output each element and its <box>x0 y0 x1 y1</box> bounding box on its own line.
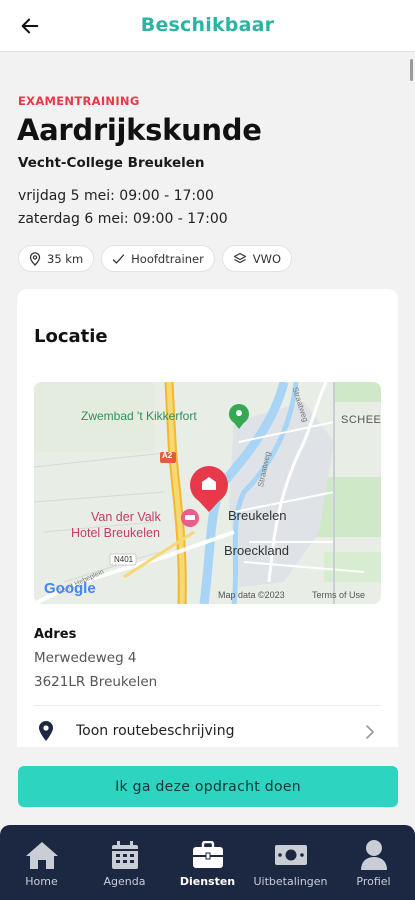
nav-item-uitbetalingen[interactable]: Uitbetalingen <box>249 825 332 900</box>
home-icon <box>25 842 58 869</box>
divider <box>34 705 381 706</box>
role-chip: Hoofdtrainer <box>101 245 215 272</box>
shift-date: vrijdag 5 mei: 09:00 - 17:00 <box>18 188 214 204</box>
map-attribution: Map data ©2023 <box>218 590 285 600</box>
nav-item-agenda[interactable]: Agenda <box>83 825 166 900</box>
location-card: Locatie Zwembad 't Kikkerfort SCHEE A2 V… <box>17 289 398 747</box>
route-label: Toon routebeschrijving <box>76 723 235 739</box>
school-name: Vecht-College Breukelen <box>18 155 205 171</box>
top-app-bar: Beschikbaar <box>0 0 415 52</box>
page-title: Beschikbaar <box>140 14 275 36</box>
map-label-hotel: Hotel Breukelen <box>71 526 160 540</box>
chevron-right-icon <box>366 725 374 739</box>
shift-tags: 35 km Hoofdtrainer VWO <box>18 245 293 272</box>
user-icon <box>360 840 387 870</box>
distance-chip: 35 km <box>18 245 95 272</box>
location-heading: Locatie <box>34 326 108 347</box>
shift-date: zaterdag 6 mei: 09:00 - 17:00 <box>18 211 228 227</box>
map-terms-link[interactable]: Terms of Use <box>312 590 365 600</box>
layers-icon <box>233 252 246 264</box>
nav-item-diensten[interactable]: Diensten <box>166 825 249 900</box>
map-label-hotel: Van der Valk <box>91 510 161 524</box>
map-label-zwembad: Zwembad 't Kikkerfort <box>81 409 197 423</box>
check-icon <box>113 253 125 264</box>
nav-item-profiel[interactable]: Profiel <box>332 825 415 900</box>
accept-shift-button[interactable]: Ik ga deze opdracht doen <box>18 766 398 807</box>
chip-label: 35 km <box>47 251 84 266</box>
address-postal: 3621LR Breukelen <box>34 674 158 690</box>
google-logo: Google <box>44 580 96 597</box>
address-label: Adres <box>34 627 77 642</box>
address-street: Merwedeweg 4 <box>34 650 137 666</box>
hotel-marker-icon <box>181 509 199 527</box>
calendar-icon <box>111 841 138 869</box>
level-chip: VWO <box>221 245 293 272</box>
map-label-a2: A2 <box>162 451 173 460</box>
shift-category: EXAMENTRAINING <box>18 94 140 108</box>
location-pin-icon <box>29 251 41 266</box>
bottom-navigation: Home Agenda Diensten Uitbetalingen Profi… <box>0 825 415 900</box>
content-scroll-area[interactable]: EXAMENTRAINING Aardrijkskunde Vecht-Coll… <box>0 53 415 747</box>
money-icon <box>274 845 307 865</box>
nav-label: Agenda <box>103 875 146 888</box>
nav-label: Profiel <box>356 875 391 888</box>
map-label-town: Breukelen <box>228 508 287 523</box>
location-pin-icon <box>39 721 53 741</box>
cta-area: Ik ga deze opdracht doen <box>0 747 415 825</box>
shift-title: Aardrijkskunde <box>17 113 262 147</box>
map-label-schee: SCHEE <box>341 414 381 426</box>
nav-item-home[interactable]: Home <box>0 825 83 900</box>
map-label-n401: N401 <box>114 555 134 564</box>
scrollbar[interactable] <box>410 59 413 81</box>
nav-label: Uitbetalingen <box>253 875 328 888</box>
location-map[interactable]: Zwembad 't Kikkerfort SCHEE A2 Van der V… <box>34 382 381 604</box>
briefcase-icon <box>192 841 223 868</box>
nav-label: Diensten <box>179 875 236 888</box>
map-label-district: Broeckland <box>224 543 290 558</box>
chip-label: Hoofdtrainer <box>131 251 204 266</box>
nav-label: Home <box>25 875 58 888</box>
chip-label: VWO <box>252 251 282 266</box>
route-directions-row[interactable]: Toon routebeschrijving <box>34 715 381 747</box>
